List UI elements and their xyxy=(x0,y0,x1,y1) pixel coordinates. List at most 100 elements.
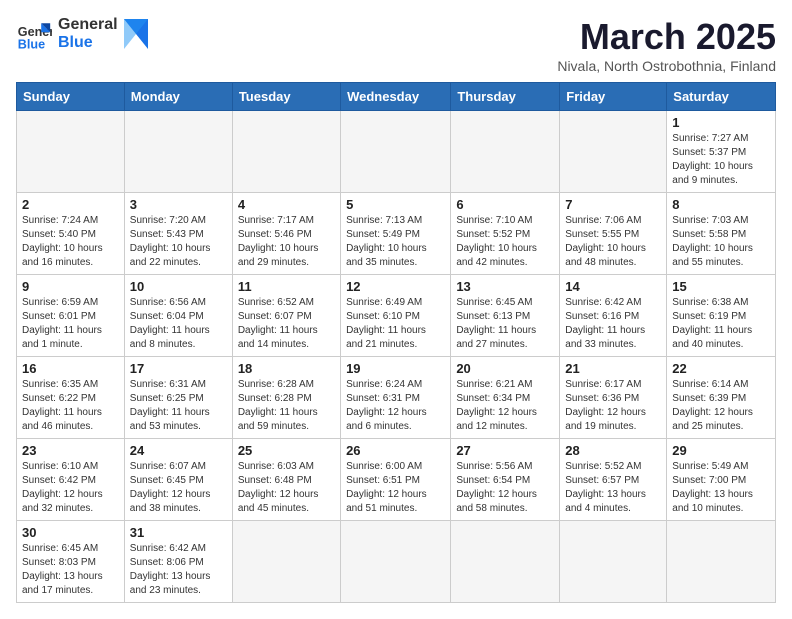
calendar-cell: 30Sunrise: 6:45 AM Sunset: 8:03 PM Dayli… xyxy=(17,521,125,603)
day-number: 18 xyxy=(238,361,335,376)
day-number: 20 xyxy=(456,361,554,376)
day-info: Sunrise: 6:42 AM Sunset: 8:06 PM Dayligh… xyxy=(130,542,227,598)
calendar-cell xyxy=(124,111,232,193)
calendar-cell: 1 Sunrise: 7:27 AM Sunset: 5:37 PM Daylig… xyxy=(667,111,776,193)
day-info: Sunrise: 6:31 AM Sunset: 6:25 PM Dayligh… xyxy=(130,378,227,434)
calendar-cell xyxy=(232,111,340,193)
calendar-cell xyxy=(451,521,560,603)
day-info: Sunrise: 5:52 AM Sunset: 6:57 PM Dayligh… xyxy=(565,460,661,516)
day-number: 1 xyxy=(672,115,770,130)
day-info: Sunrise: 6:59 AM Sunset: 6:01 PM Dayligh… xyxy=(22,296,119,352)
logo-triangle-icon xyxy=(124,19,148,49)
day-number: 17 xyxy=(130,361,227,376)
weekday-header-tuesday: Tuesday xyxy=(232,83,340,111)
logo-general-text: General xyxy=(58,16,118,34)
calendar-cell: 16 Sunrise: 6:35 AM Sunset: 6:22 PM Dayli… xyxy=(17,357,125,439)
title-block: March 2025 Nivala, North Ostrobothnia, F… xyxy=(557,16,776,74)
weekday-header-sunday: Sunday xyxy=(17,83,125,111)
calendar-cell: 28 Sunrise: 5:52 AM Sunset: 6:57 PM Dayli… xyxy=(560,439,667,521)
day-info: Sunrise: 7:03 AM Sunset: 5:58 PM Dayligh… xyxy=(672,214,770,270)
calendar-cell: 21 Sunrise: 6:17 AM Sunset: 6:36 PM Dayli… xyxy=(560,357,667,439)
day-info: Sunrise: 6:56 AM Sunset: 6:04 PM Dayligh… xyxy=(130,296,227,352)
day-info: Sunrise: 6:35 AM Sunset: 6:22 PM Dayligh… xyxy=(22,378,119,434)
calendar-cell xyxy=(667,521,776,603)
day-number: 24 xyxy=(130,443,227,458)
header: General Blue General Blue March 2025 Niv… xyxy=(16,16,776,74)
calendar-cell: 13Sunrise: 6:45 AM Sunset: 6:13 PM Dayli… xyxy=(451,275,560,357)
calendar-cell: 12 Sunrise: 6:49 AM Sunset: 6:10 PM Dayli… xyxy=(341,275,451,357)
calendar-week-row: 2 Sunrise: 7:24 AM Sunset: 5:40 PM Daylig… xyxy=(17,193,776,275)
day-info: Sunrise: 6:49 AM Sunset: 6:10 PM Dayligh… xyxy=(346,296,445,352)
day-info: Sunrise: 6:17 AM Sunset: 6:36 PM Dayligh… xyxy=(565,378,661,434)
weekday-header-monday: Monday xyxy=(124,83,232,111)
weekday-header-friday: Friday xyxy=(560,83,667,111)
calendar-body: 1 Sunrise: 7:27 AM Sunset: 5:37 PM Daylig… xyxy=(17,111,776,603)
day-number: 14 xyxy=(565,279,661,294)
calendar-table: SundayMondayTuesdayWednesdayThursdayFrid… xyxy=(16,82,776,603)
weekday-row: SundayMondayTuesdayWednesdayThursdayFrid… xyxy=(17,83,776,111)
day-info: Sunrise: 7:13 AM Sunset: 5:49 PM Dayligh… xyxy=(346,214,445,270)
calendar-cell: 11 Sunrise: 6:52 AM Sunset: 6:07 PM Dayli… xyxy=(232,275,340,357)
day-number: 2 xyxy=(22,197,119,212)
day-info: Sunrise: 7:27 AM Sunset: 5:37 PM Dayligh… xyxy=(672,132,770,188)
calendar-cell xyxy=(232,521,340,603)
weekday-header-wednesday: Wednesday xyxy=(341,83,451,111)
day-number: 7 xyxy=(565,197,661,212)
calendar-header: SundayMondayTuesdayWednesdayThursdayFrid… xyxy=(17,83,776,111)
calendar-cell: 23Sunrise: 6:10 AM Sunset: 6:42 PM Dayli… xyxy=(17,439,125,521)
calendar-week-row: 16 Sunrise: 6:35 AM Sunset: 6:22 PM Dayli… xyxy=(17,357,776,439)
day-info: Sunrise: 6:03 AM Sunset: 6:48 PM Dayligh… xyxy=(238,460,335,516)
day-info: Sunrise: 6:28 AM Sunset: 6:28 PM Dayligh… xyxy=(238,378,335,434)
calendar-cell: 17 Sunrise: 6:31 AM Sunset: 6:25 PM Dayli… xyxy=(124,357,232,439)
day-info: Sunrise: 7:24 AM Sunset: 5:40 PM Dayligh… xyxy=(22,214,119,270)
day-info: Sunrise: 7:06 AM Sunset: 5:55 PM Dayligh… xyxy=(565,214,661,270)
calendar-cell: 4Sunrise: 7:17 AM Sunset: 5:46 PM Daylig… xyxy=(232,193,340,275)
day-number: 6 xyxy=(456,197,554,212)
calendar-cell: 27Sunrise: 5:56 AM Sunset: 6:54 PM Dayli… xyxy=(451,439,560,521)
calendar-cell: 6Sunrise: 7:10 AM Sunset: 5:52 PM Daylig… xyxy=(451,193,560,275)
day-number: 12 xyxy=(346,279,445,294)
calendar-cell: 14Sunrise: 6:42 AM Sunset: 6:16 PM Dayli… xyxy=(560,275,667,357)
day-number: 23 xyxy=(22,443,119,458)
calendar-cell: 20Sunrise: 6:21 AM Sunset: 6:34 PM Dayli… xyxy=(451,357,560,439)
calendar-cell: 31 Sunrise: 6:42 AM Sunset: 8:06 PM Dayli… xyxy=(124,521,232,603)
day-number: 31 xyxy=(130,525,227,540)
calendar-week-row: 30Sunrise: 6:45 AM Sunset: 8:03 PM Dayli… xyxy=(17,521,776,603)
day-number: 27 xyxy=(456,443,554,458)
calendar-cell: 18 Sunrise: 6:28 AM Sunset: 6:28 PM Dayli… xyxy=(232,357,340,439)
day-number: 25 xyxy=(238,443,335,458)
weekday-header-saturday: Saturday xyxy=(667,83,776,111)
day-number: 8 xyxy=(672,197,770,212)
calendar-cell xyxy=(341,111,451,193)
day-number: 21 xyxy=(565,361,661,376)
calendar-cell: 9Sunrise: 6:59 AM Sunset: 6:01 PM Daylig… xyxy=(17,275,125,357)
calendar-cell: 25 Sunrise: 6:03 AM Sunset: 6:48 PM Dayli… xyxy=(232,439,340,521)
day-number: 15 xyxy=(672,279,770,294)
day-number: 16 xyxy=(22,361,119,376)
logo: General Blue General Blue xyxy=(16,16,148,52)
day-info: Sunrise: 6:07 AM Sunset: 6:45 PM Dayligh… xyxy=(130,460,227,516)
calendar-cell xyxy=(17,111,125,193)
day-info: Sunrise: 6:14 AM Sunset: 6:39 PM Dayligh… xyxy=(672,378,770,434)
day-number: 29 xyxy=(672,443,770,458)
weekday-header-thursday: Thursday xyxy=(451,83,560,111)
calendar-cell: 24 Sunrise: 6:07 AM Sunset: 6:45 PM Dayli… xyxy=(124,439,232,521)
calendar-week-row: 1 Sunrise: 7:27 AM Sunset: 5:37 PM Daylig… xyxy=(17,111,776,193)
day-number: 28 xyxy=(565,443,661,458)
calendar-cell: 3 Sunrise: 7:20 AM Sunset: 5:43 PM Daylig… xyxy=(124,193,232,275)
calendar-cell: 2 Sunrise: 7:24 AM Sunset: 5:40 PM Daylig… xyxy=(17,193,125,275)
calendar-title: March 2025 xyxy=(557,16,776,58)
calendar-week-row: 9Sunrise: 6:59 AM Sunset: 6:01 PM Daylig… xyxy=(17,275,776,357)
day-info: Sunrise: 6:52 AM Sunset: 6:07 PM Dayligh… xyxy=(238,296,335,352)
calendar-cell xyxy=(560,521,667,603)
day-number: 11 xyxy=(238,279,335,294)
day-info: Sunrise: 7:20 AM Sunset: 5:43 PM Dayligh… xyxy=(130,214,227,270)
day-number: 22 xyxy=(672,361,770,376)
calendar-cell: 19Sunrise: 6:24 AM Sunset: 6:31 PM Dayli… xyxy=(341,357,451,439)
day-info: Sunrise: 6:45 AM Sunset: 6:13 PM Dayligh… xyxy=(456,296,554,352)
day-info: Sunrise: 6:24 AM Sunset: 6:31 PM Dayligh… xyxy=(346,378,445,434)
day-number: 3 xyxy=(130,197,227,212)
calendar-cell: 5 Sunrise: 7:13 AM Sunset: 5:49 PM Daylig… xyxy=(341,193,451,275)
day-number: 5 xyxy=(346,197,445,212)
day-info: Sunrise: 6:00 AM Sunset: 6:51 PM Dayligh… xyxy=(346,460,445,516)
